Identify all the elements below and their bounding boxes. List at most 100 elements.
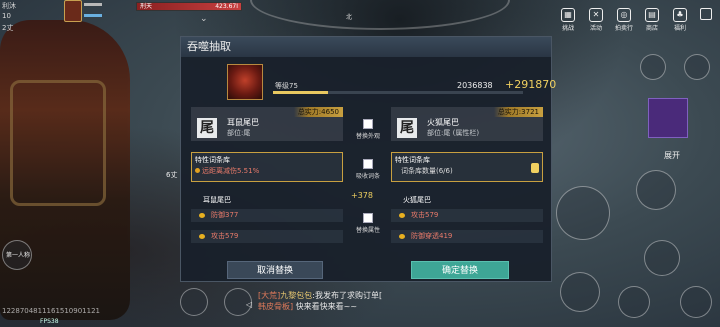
exp-progress-bar [273,91,523,94]
left-item-card[interactable]: 总实力:4650 尾 耳鼠尾巴 部位:尾 [191,107,343,141]
tail-icon: 尾 [397,118,417,138]
confirm-replace-button[interactable]: 确定替换 [411,261,509,279]
view-toggle-label: 第一人称 [6,252,31,259]
right-attr-title: 火狐尾巴 [403,196,431,204]
replace-attr-option: 替换属性 [348,213,388,234]
replace-look-option: 替换外观 [348,119,388,140]
challenge-icon: ▦ [561,8,575,22]
target-name: 刑天 [140,3,153,10]
mp-bar [84,14,102,17]
coordinate-readout: 1228704811161510901121 [2,307,100,315]
chat-item-link[interactable]: 韩皮骨板] [258,302,293,311]
trait-title: 特性词条库 [195,156,230,164]
exp-progress-fill [273,91,328,94]
menu-label: 拍卖行 [614,25,633,32]
chat-line: [大荒]九黎包包:我发布了求购订单[ [258,290,498,301]
absorb-entry-checkbox[interactable] [363,159,373,169]
chat-sender[interactable]: 九黎包包 [280,291,312,300]
top-menu: ▦ 挑战 ✕ 活动 ◎ 拍卖行 ▤ 商店 ♣ 福利 [558,8,690,32]
player-avatar[interactable] [64,0,82,22]
trait-title: 特性词条库 [395,156,430,164]
chat-panel[interactable]: [大荒]九黎包包:我发布了求购订单[ 韩皮骨板] 快来看快来看~~ [258,290,498,312]
compass: 北 [346,14,353,21]
status-line: 2丈 [2,24,14,32]
attack-button[interactable] [556,186,610,240]
chat-text: :我发布了求购订单[ [312,291,383,300]
menu-label: 挑战 [561,25,574,32]
chat-text: 快来看快来看~~ [293,302,358,311]
menu-label: 福利 [673,25,686,32]
left-item-slot: 部位:尾 [227,129,251,137]
emote-button[interactable] [684,54,710,80]
menu-challenge[interactable]: ▦ 挑战 [558,8,578,32]
skill-button[interactable] [618,286,650,318]
chat-channel: [大荒] [258,291,281,300]
dialog-title: 吞噬抽取 [181,37,551,57]
hp-bar [84,3,102,6]
pet-item-icon [227,64,263,100]
fps-counter: FPS38 [40,318,59,325]
expand-button[interactable]: 展开 [664,150,680,161]
target-hp: 423.67I [215,3,238,10]
attr-value: 攻击579 [411,211,439,219]
skill-button[interactable] [636,170,676,210]
chevron-down-icon[interactable]: ⌄ [200,14,208,24]
replace-look-label: 替换外观 [355,133,380,140]
menu-label: 商店 [645,25,658,32]
absorb-entry-label: 吸收词条 [355,173,380,180]
level-label: 等级75 [275,82,298,90]
left-trait-box[interactable]: 特性词条库 远距离减伤5.51% [191,152,343,182]
status-line: 10 [2,12,11,20]
exp-value: 2036838 [457,81,493,90]
replace-look-checkbox[interactable] [363,119,373,129]
player-status-hud: 利沐 10 2丈 刑天 423.67I ⌄ [0,0,250,40]
skill-button[interactable] [640,54,666,80]
sound-icon[interactable]: ◁ [246,300,252,309]
trait-count: 词条库数量(6/6) [401,167,453,175]
devour-extract-dialog: 吞噬抽取 等级75 2036838 +291870 总实力:4650 尾 耳鼠尾… [180,36,556,282]
menu-auction[interactable]: ◎ 拍卖行 [614,8,634,32]
attr-bullet-icon [199,213,205,218]
player-character [0,20,130,320]
tail-icon: 尾 [197,118,217,138]
attr-value: 攻击579 [211,232,239,240]
left-attr-row: 防御377 [191,209,343,222]
exp-gain: +291870 [505,78,557,91]
chat-line: 韩皮骨板] 快来看快来看~~ [258,301,498,312]
welfare-icon: ♣ [673,8,687,22]
home-button[interactable] [180,288,208,316]
left-item-power: 总实力:4650 [293,107,343,117]
right-item-power: 总实力:3721 [493,107,543,117]
shop-icon: ▤ [645,8,659,22]
replace-attr-checkbox[interactable] [363,213,373,223]
left-attr-title: 耳鼠尾巴 [203,196,231,204]
cancel-replace-button[interactable]: 取消替换 [227,261,323,279]
attr-value: 防御穿透419 [411,232,453,240]
menu-label: 活动 [589,25,602,32]
right-item-card[interactable]: 总实力:3721 尾 火狐尾巴 部位:尾 (属性栏) [391,107,543,141]
skill-button[interactable] [680,286,712,318]
right-trait-box[interactable]: 特性词条库 词条库数量(6/6) [391,152,543,182]
right-item-slot: 部位:尾 (属性栏) [427,129,480,137]
attr-value: 防御377 [211,211,239,219]
right-item-name: 火狐尾巴 [427,118,459,127]
more-menu-icon[interactable] [700,8,712,20]
menu-activity[interactable]: ✕ 活动 [586,8,606,32]
activity-icon: ✕ [589,8,603,22]
attr-bullet-icon [399,234,405,239]
status-line: 利沐 [2,2,16,10]
right-attr-row: 攻击579 [391,209,543,222]
weapon-slot[interactable] [648,98,688,138]
attr-bullet-icon [199,234,205,239]
skill-button[interactable] [560,272,600,312]
scroll-icon [531,163,539,173]
menu-shop[interactable]: ▤ 商店 [642,8,662,32]
menu-welfare[interactable]: ♣ 福利 [670,8,690,32]
replace-attr-label: 替换属性 [355,227,380,234]
absorb-entry-option: 吸收词条 [348,159,388,180]
left-attr-row: 攻击579 [191,230,343,243]
target-distance: 6丈 [166,171,178,179]
skill-button[interactable] [644,240,680,276]
auction-icon: ◎ [617,8,631,22]
trait-entry: 远距离减伤5.51% [202,167,260,175]
